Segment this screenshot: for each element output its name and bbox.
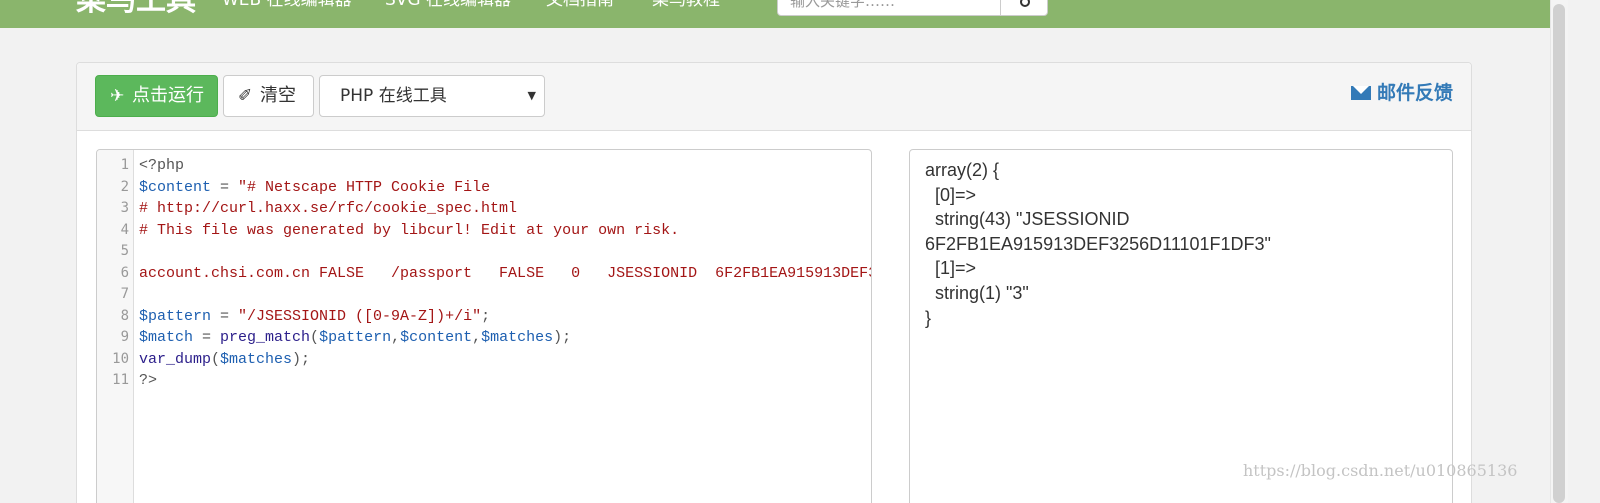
code-token: = — [211, 178, 239, 196]
code-token: ; — [481, 307, 491, 325]
code-token: $pattern — [139, 307, 212, 325]
email-feedback-label: 邮件反馈 — [1376, 82, 1453, 104]
code-line: # This file was generated by libcurl! Ed… — [139, 220, 871, 242]
code-line: var_dump($matches); — [139, 349, 871, 371]
code-token: "# Netscape HTTP Cookie File — [238, 178, 491, 196]
code-line: $match = preg_match($pattern,$content,$m… — [139, 327, 871, 349]
code-line: <?php — [139, 155, 871, 177]
code-token: $content — [139, 178, 212, 196]
line-number: 3 — [120, 200, 129, 216]
line-number: 8 — [120, 307, 129, 324]
clear-button[interactable]: ✐ 清空 — [223, 75, 314, 117]
paper-plane-icon: ✈ — [110, 86, 125, 106]
line-number: 9 — [120, 329, 129, 345]
code-token: = — [211, 307, 239, 325]
nav-svg-editor[interactable]: SVG 在线编辑器 — [385, 0, 511, 12]
brand-logo[interactable]: 菜鸟工具 — [76, 0, 196, 19]
code-token: $matches — [481, 329, 554, 346]
code-token: ( — [211, 350, 221, 368]
code-token: , — [472, 329, 482, 346]
line-number: 1 — [120, 157, 129, 173]
line-number: 11 — [112, 372, 129, 388]
code-line: ?> — [139, 370, 871, 392]
code-token: # http://curl.haxx.se/rfc/cookie_spec.ht… — [139, 200, 518, 217]
code-editor[interactable]: 1 2 3 4 5 6 7 8 9 10 11 <?php $content = "# Netscap… — [96, 149, 872, 503]
code-line: # http://curl.haxx.se/rfc/cookie_spec.ht… — [139, 198, 871, 220]
code-token: "/JSESSIONID ([0-9A-Z])+/i" — [238, 307, 482, 325]
output-pane: array(2) { [0]=> string(43) "JSESSIONID … — [909, 149, 1453, 503]
code-token: <?php — [139, 157, 185, 174]
chevron-down-icon: ▼ — [527, 89, 536, 102]
code-token: ); — [553, 329, 572, 346]
email-feedback-link[interactable]: 邮件反馈 — [1350, 80, 1453, 106]
run-button-label: 点击运行 — [132, 85, 204, 106]
line-number: 5 — [120, 243, 129, 259]
eraser-icon: ✐ — [238, 86, 253, 106]
code-token: ( — [310, 329, 320, 346]
search-input[interactable]: 输入关键字…… — [777, 0, 1001, 16]
code-token: ?> — [139, 372, 158, 389]
code-token: $pattern — [319, 329, 392, 346]
tool-select[interactable]: PHP 在线工具 ▼ — [319, 75, 545, 117]
nav-web-editor[interactable]: WEB 在线编辑器 — [222, 0, 352, 12]
code-token: $content — [400, 329, 473, 346]
line-number: 2 — [120, 178, 129, 195]
code-token: # This file was generated by libcurl! Ed… — [139, 221, 680, 239]
code-token: ); — [292, 350, 311, 368]
code-token: preg_match — [220, 329, 311, 346]
code-token: $matches — [220, 350, 293, 368]
code-token: , — [391, 329, 401, 346]
editor-panel: ✈ 点击运行 ✐ 清空 PHP 在线工具 ▼ 邮件反馈 1 2 3 4 5 6 7 8 9 10 11 … — [76, 62, 1472, 503]
clear-button-label: 清空 — [260, 85, 296, 106]
line-number: 4 — [120, 221, 129, 238]
code-token: var_dump — [139, 350, 212, 368]
run-button[interactable]: ✈ 点击运行 — [95, 75, 218, 117]
toolbar: ✈ 点击运行 ✐ 清空 PHP 在线工具 ▼ 邮件反馈 — [77, 63, 1471, 131]
tool-select-value: PHP 在线工具 — [340, 86, 447, 106]
line-number-gutter: 1 2 3 4 5 6 7 8 9 10 11 — [97, 150, 134, 503]
line-number: 10 — [112, 350, 129, 367]
code-line: $content = "# Netscape HTTP Cookie File — [139, 177, 871, 199]
code-token: account.chsi.com.cn FALSE /passport FALS… — [139, 264, 871, 282]
search-button[interactable] — [1000, 0, 1048, 16]
top-navbar: 菜鸟工具 WEB 在线编辑器 SVG 在线编辑器 文档指南 菜鸟教程 输入关键字… — [0, 0, 1550, 28]
code-line: account.chsi.com.cn FALSE /passport FALS… — [139, 263, 871, 285]
code-token: = — [193, 329, 221, 346]
code-line: $pattern = "/JSESSIONID ([0-9A-Z])+/i"; — [139, 306, 871, 328]
search-icon — [1020, 0, 1030, 7]
watermark: https://blog.csdn.net/u010865136 — [1243, 461, 1518, 480]
envelope-icon — [1350, 86, 1371, 100]
line-number: 6 — [120, 264, 129, 281]
nav-tutorial[interactable]: 菜鸟教程 — [652, 0, 720, 12]
nav-docs[interactable]: 文档指南 — [546, 0, 614, 12]
line-number: 7 — [120, 286, 129, 302]
page-scrollbar-thumb[interactable] — [1553, 4, 1565, 503]
code-content[interactable]: <?php $content = "# Netscape HTTP Cookie … — [139, 155, 871, 392]
code-token: $match — [139, 329, 194, 346]
